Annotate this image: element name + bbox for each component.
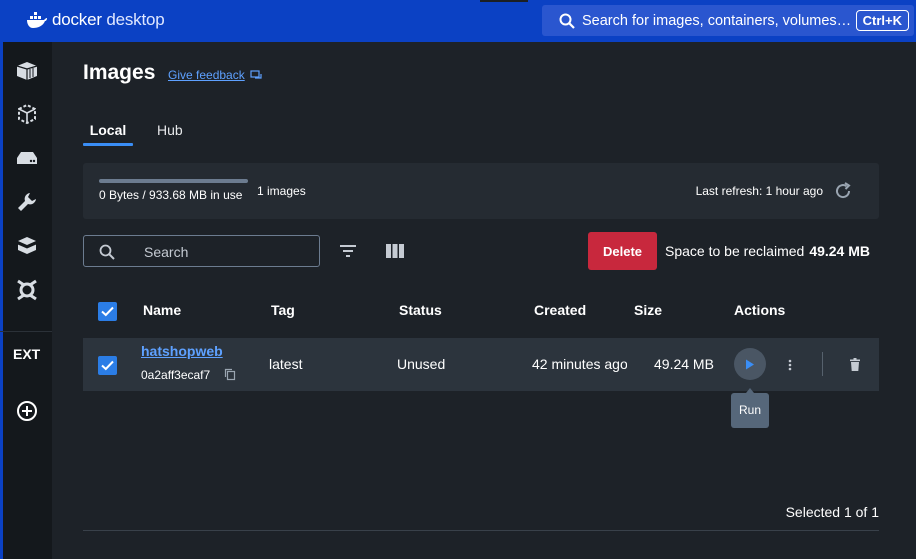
image-size: 49.24 MB bbox=[654, 356, 714, 372]
sidebar: EXT bbox=[0, 42, 52, 559]
image-tag: latest bbox=[269, 356, 303, 372]
checkmark-icon bbox=[101, 360, 114, 371]
images-icon bbox=[18, 103, 36, 125]
sidebar-item-dev-environments[interactable] bbox=[14, 189, 40, 215]
refresh-icon[interactable] bbox=[833, 181, 853, 201]
top-bar: docker desktop Search for images, contai… bbox=[0, 0, 916, 42]
image-id: 0a2aff3ecaf7 bbox=[141, 368, 211, 382]
image-search-field[interactable] bbox=[83, 235, 320, 267]
columns-icon[interactable] bbox=[385, 241, 405, 261]
active-tab-indicator bbox=[83, 143, 133, 146]
tab-hub[interactable]: Hub bbox=[157, 122, 183, 138]
sidebar-item-extensions[interactable]: EXT bbox=[13, 346, 40, 362]
feedback-icon bbox=[250, 69, 262, 79]
column-header-created[interactable]: Created bbox=[534, 302, 586, 318]
sidebar-item-scout[interactable] bbox=[14, 277, 40, 303]
space-reclaimed-value: 49.24 MB bbox=[809, 243, 871, 259]
row-checkbox[interactable] bbox=[98, 356, 117, 375]
give-feedback-link[interactable]: Give feedback bbox=[168, 68, 262, 82]
search-icon bbox=[99, 244, 115, 260]
actions-divider bbox=[822, 352, 823, 376]
search-shortcut-badge: Ctrl+K bbox=[855, 10, 909, 31]
tab-local[interactable]: Local bbox=[83, 122, 133, 147]
disk-usage-bar bbox=[99, 179, 248, 183]
disk-usage-panel: 0 Bytes / 933.68 MB in use 1 images Last… bbox=[83, 163, 879, 219]
docker-whale-icon bbox=[27, 12, 47, 28]
play-icon bbox=[746, 359, 754, 369]
column-header-size[interactable]: Size bbox=[634, 302, 662, 318]
checkmark-icon bbox=[101, 306, 114, 317]
column-header-tag[interactable]: Tag bbox=[271, 302, 295, 318]
space-reclaimed: Space to be reclaimed 49.24 MB bbox=[665, 243, 870, 259]
containers-icon bbox=[16, 62, 38, 80]
filter-icon[interactable] bbox=[338, 241, 358, 261]
last-refresh-text: Last refresh: 1 hour ago bbox=[695, 184, 823, 198]
run-button[interactable] bbox=[734, 348, 766, 380]
give-feedback-label: Give feedback bbox=[168, 68, 245, 82]
disk-usage-text: 0 Bytes / 933.68 MB in use bbox=[99, 188, 243, 202]
global-search-placeholder: Search for images, containers, volumes… bbox=[582, 12, 852, 29]
delete-button[interactable]: Delete bbox=[588, 232, 657, 270]
volumes-icon bbox=[17, 152, 37, 164]
brand-name: docker desktop bbox=[52, 10, 165, 29]
section-divider bbox=[83, 530, 879, 531]
image-status: Unused bbox=[397, 356, 446, 372]
image-search-input[interactable] bbox=[144, 242, 304, 262]
selected-count: Selected 1 of 1 bbox=[785, 504, 879, 520]
sidebar-item-learning-center[interactable] bbox=[14, 233, 40, 259]
more-actions-button[interactable] bbox=[783, 356, 797, 374]
column-header-status[interactable]: Status bbox=[399, 302, 442, 318]
table-row[interactable]: hatshopweb 0a2aff3ecaf7 latest Unused 42… bbox=[83, 338, 879, 391]
column-header-name[interactable]: Name bbox=[143, 302, 181, 318]
column-header-actions: Actions bbox=[734, 302, 786, 318]
sidebar-edge bbox=[0, 42, 3, 559]
trash-icon[interactable] bbox=[847, 356, 863, 374]
image-count: 1 images bbox=[257, 184, 306, 198]
image-created: 42 minutes ago bbox=[532, 356, 627, 372]
more-vertical-icon bbox=[788, 359, 792, 371]
run-tooltip: Run bbox=[731, 388, 769, 428]
search-icon bbox=[559, 13, 575, 29]
page-title: Images bbox=[83, 61, 156, 84]
scout-icon bbox=[17, 279, 37, 301]
space-reclaimed-label: Space to be reclaimed bbox=[665, 243, 805, 259]
sidebar-item-volumes[interactable] bbox=[14, 145, 40, 171]
docker-logo: docker desktop bbox=[26, 9, 165, 31]
image-name-link[interactable]: hatshopweb bbox=[141, 343, 223, 359]
select-all-checkbox[interactable] bbox=[98, 302, 117, 321]
sidebar-item-images[interactable] bbox=[14, 101, 40, 127]
sidebar-item-containers[interactable] bbox=[14, 58, 40, 84]
wrench-icon bbox=[18, 193, 36, 211]
sidebar-add-extension[interactable] bbox=[14, 398, 40, 424]
cube-stack-icon bbox=[17, 237, 37, 254]
window-drag-handle[interactable] bbox=[480, 0, 528, 2]
global-search[interactable]: Search for images, containers, volumes… … bbox=[542, 5, 914, 36]
tab-local-label: Local bbox=[89, 122, 127, 138]
copy-icon[interactable] bbox=[224, 368, 236, 381]
plus-circle-icon bbox=[17, 401, 37, 421]
tab-hub-label: Hub bbox=[157, 122, 183, 138]
sidebar-divider bbox=[0, 331, 52, 332]
